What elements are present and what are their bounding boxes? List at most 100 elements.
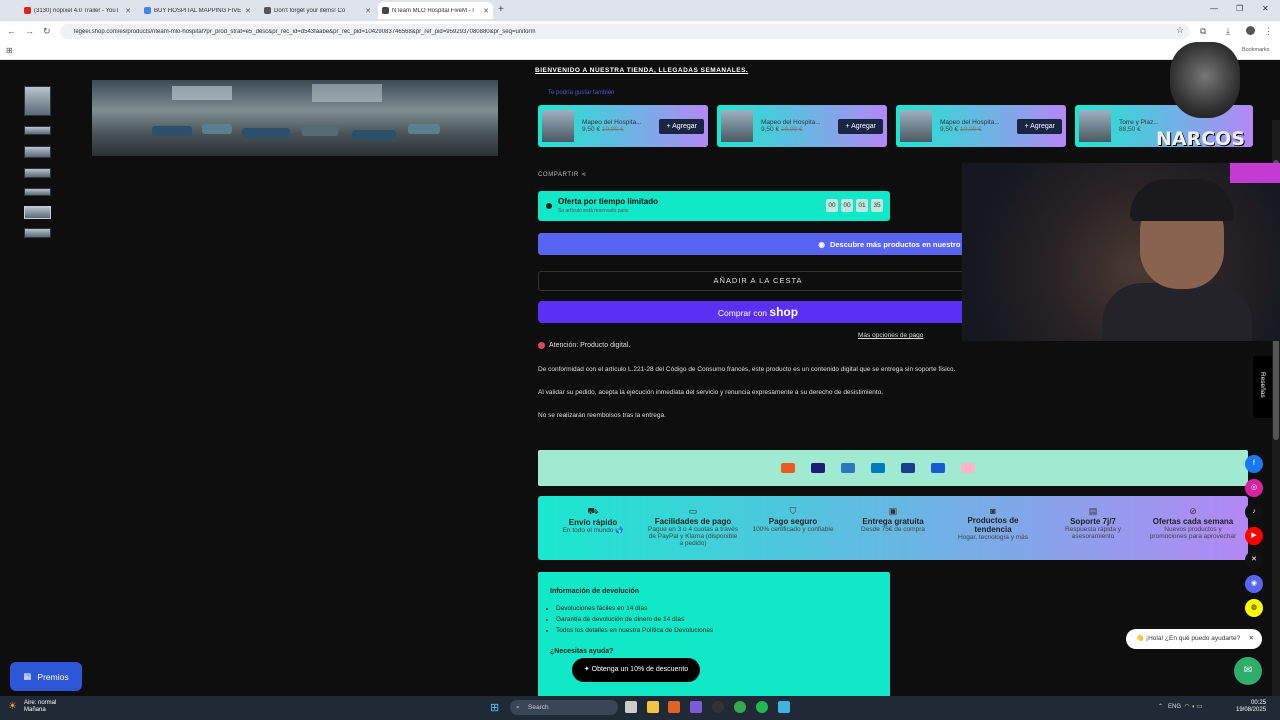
clock-icon bbox=[546, 203, 552, 209]
app-icon[interactable] bbox=[712, 701, 724, 713]
instagram-icon[interactable]: ◎ bbox=[1245, 479, 1263, 497]
discord-icon: ◉ bbox=[818, 239, 825, 249]
google-favicon-icon bbox=[144, 7, 151, 14]
weather-widget[interactable]: Aire: normal Mañana bbox=[24, 700, 56, 714]
legal-paragraph: Al validar su pedido, acepta la ejecució… bbox=[538, 389, 884, 396]
apps-icon[interactable]: ⊞ bbox=[6, 46, 13, 55]
app-icon[interactable] bbox=[668, 701, 680, 713]
close-icon[interactable]: ✕ bbox=[1249, 629, 1254, 649]
list-item: Devoluciones fáciles en 14 días bbox=[556, 605, 713, 612]
search-icon: ⌕ bbox=[516, 704, 520, 711]
close-window-icon[interactable]: ✕ bbox=[1262, 4, 1269, 13]
system-tray[interactable]: ⌃ ENG ◠ ◖ ▭ bbox=[1158, 703, 1202, 710]
gallery-thumbnail[interactable] bbox=[24, 188, 51, 196]
chrome-icon[interactable] bbox=[734, 701, 746, 713]
product-thumbnail bbox=[900, 110, 932, 142]
new-tab-icon[interactable]: + bbox=[498, 4, 504, 15]
card-icon: ▭ bbox=[688, 506, 698, 516]
legal-paragraph: No se realizarán reembolsos tras la entr… bbox=[538, 412, 666, 419]
close-tab-icon[interactable]: ✕ bbox=[365, 7, 371, 15]
discord-icon[interactable]: ◉ bbox=[1245, 575, 1263, 593]
gift-icon: ▣ bbox=[888, 506, 898, 516]
feature-delivery: ▣ Entrega gratuita Desde 75€ de compra bbox=[848, 506, 938, 533]
x-icon[interactable]: ✕ bbox=[1245, 551, 1263, 569]
store-features: ⛟ Envío rápido En todo el mundo 🌎 ▭ Facilid… bbox=[538, 496, 1248, 560]
gallery-thumbnail[interactable] bbox=[24, 86, 51, 116]
discord-button[interactable]: ◉ Descubre más productos en nuestro Di bbox=[538, 233, 978, 255]
chevron-up-icon: ⌃ bbox=[1158, 704, 1164, 710]
visa-icon bbox=[811, 463, 825, 473]
minimize-icon[interactable]: — bbox=[1210, 4, 1218, 13]
limited-offer-box: Oferta por tiempo limitado Su artículo e… bbox=[538, 191, 890, 221]
browser-toolbar: ← → ↻ legeei.shop.com/es/products/nteam-… bbox=[0, 21, 1280, 42]
menu-icon[interactable]: ⋮ bbox=[1264, 26, 1273, 37]
narcos-logo: NARCOS bbox=[1150, 42, 1258, 154]
close-tab-icon[interactable]: ✕ bbox=[245, 7, 251, 15]
facebook-icon[interactable]: f bbox=[1245, 455, 1263, 473]
legal-paragraph: De conformidad con el artículo L.221-28 … bbox=[538, 366, 956, 373]
product-thumbnail bbox=[542, 110, 574, 142]
youtube-icon[interactable]: ▶ bbox=[1245, 527, 1263, 545]
maximize-icon[interactable]: ❐ bbox=[1236, 4, 1243, 13]
downloads-icon[interactable]: ⤓ bbox=[1226, 26, 1230, 37]
share-link[interactable]: COMPARTIR ⋖ bbox=[538, 171, 587, 178]
back-icon[interactable]: ← bbox=[7, 26, 16, 36]
snapchat-icon[interactable]: ◍ bbox=[1245, 599, 1263, 617]
bookmark-star-icon[interactable]: ☆ bbox=[1176, 25, 1184, 36]
clock[interactable]: 00:25 19/08/2025 bbox=[1236, 700, 1266, 714]
recommendation-card[interactable]: Mapeo del Hospita... 9,50 € 10,00 € + Agr… bbox=[896, 105, 1066, 147]
extensions-icon[interactable]: ⧉ bbox=[1200, 26, 1206, 37]
welcome-banner[interactable]: BIENVENIDO A NUESTRA TIENDA, LLEGADAS SE… bbox=[535, 67, 748, 74]
address-bar[interactable]: legeei.shop.com/es/products/nteam-mlo-ho… bbox=[60, 24, 1190, 39]
gallery-thumbnail[interactable] bbox=[24, 126, 51, 135]
product-main-image[interactable] bbox=[92, 80, 498, 156]
chat-greeting[interactable]: 👋 ¡Hola! ¿En qué puedo ayudarte? ✕ bbox=[1126, 629, 1262, 649]
product-thumbnail bbox=[721, 110, 753, 142]
warning-icon bbox=[538, 342, 545, 349]
add-to-cart-button[interactable]: AÑADIR A LA CESTA bbox=[538, 271, 978, 291]
tiktok-icon[interactable]: ♪ bbox=[1245, 503, 1263, 521]
app-icon[interactable] bbox=[690, 701, 702, 713]
feature-offers: ⊘ Ofertas cada semana Nuevos productos y p… bbox=[1149, 506, 1237, 540]
add-product-button[interactable]: + Agregar bbox=[838, 118, 883, 134]
page-favicon-icon bbox=[264, 7, 271, 14]
tab-nteam-hospital[interactable]: NTeam MLO Hospital FiveM - l ✕ bbox=[378, 2, 493, 19]
more-payment-options-link[interactable]: Más opciones de pago bbox=[858, 332, 923, 339]
add-product-button[interactable]: + Agregar bbox=[659, 118, 704, 134]
recommendation-card[interactable]: Mapeo del Hospita... 9,50 € 10,00 € + Agr… bbox=[717, 105, 887, 147]
volume-icon: ◖ bbox=[1191, 704, 1195, 710]
buy-with-shop-button[interactable]: Comprar con shop bbox=[538, 301, 978, 323]
notepad-icon[interactable] bbox=[778, 701, 790, 713]
product-thumbnail bbox=[1079, 110, 1111, 142]
tab-buy-hospital[interactable]: BUY HOSPITAL MAPPING FIVE ✕ bbox=[140, 2, 255, 19]
close-tab-icon[interactable]: ✕ bbox=[483, 7, 489, 15]
gallery-thumbnail[interactable] bbox=[24, 146, 51, 158]
reload-icon[interactable]: ↻ bbox=[43, 26, 51, 37]
forward-icon[interactable]: → bbox=[25, 26, 34, 36]
windows-start-icon[interactable]: ⊞ bbox=[490, 701, 499, 714]
feature-payment: ▭ Facilidades de pago Pague en 3 o 4 cuota… bbox=[648, 506, 738, 547]
rewards-button[interactable]: ▦ Premios bbox=[10, 662, 82, 691]
spotify-icon[interactable] bbox=[756, 701, 768, 713]
close-tab-icon[interactable]: ✕ bbox=[125, 7, 131, 15]
chat-button[interactable]: ✉ bbox=[1234, 657, 1262, 685]
tab-youtube[interactable]: (3130) nopixel 4.0 Trailer - YouT ✕ bbox=[20, 2, 135, 19]
gallery-thumbnail-selected[interactable] bbox=[24, 206, 51, 219]
recommendation-card[interactable]: Mapeo del Hospita... 9,50 € 10,00 € + Agr… bbox=[538, 105, 708, 147]
gallery-thumbnail[interactable] bbox=[24, 228, 51, 238]
task-view-icon[interactable] bbox=[625, 701, 637, 713]
reviews-tab[interactable]: Reseñas bbox=[1253, 356, 1273, 418]
returns-policy-link[interactable]: Todos los detalles en nuestra Política d… bbox=[556, 627, 713, 634]
calendar-icon: ▤ bbox=[1088, 506, 1098, 516]
discount-button[interactable]: ✦ Obtenga un 10% de descuento bbox=[572, 658, 700, 682]
payment-methods bbox=[538, 450, 1248, 486]
percent-icon: ⊘ bbox=[1189, 506, 1197, 516]
tab-dont-forget[interactable]: Don't forget your items! Co ✕ bbox=[260, 2, 375, 19]
file-explorer-icon[interactable] bbox=[647, 701, 659, 713]
profile-avatar[interactable] bbox=[1246, 26, 1255, 35]
taskbar-search[interactable]: ⌕ Search bbox=[510, 700, 618, 715]
add-product-button[interactable]: + Agregar bbox=[1017, 118, 1062, 134]
feature-secure: ⛉ Pago seguro 100% certificado y confiable bbox=[748, 506, 838, 533]
chat-icon: ✉ bbox=[1243, 665, 1253, 676]
gallery-thumbnail[interactable] bbox=[24, 168, 51, 178]
